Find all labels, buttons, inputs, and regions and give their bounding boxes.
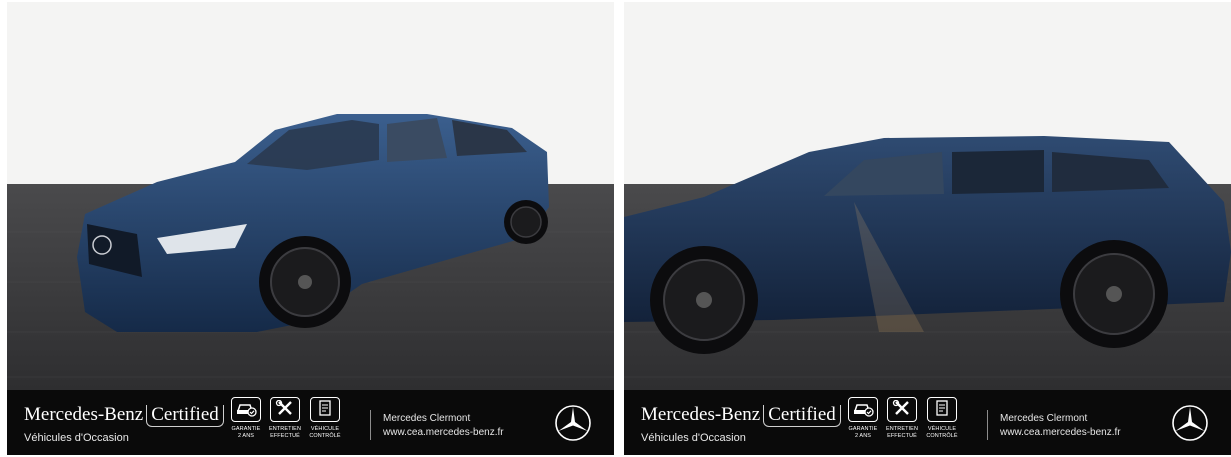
certified-footer: Mercedes-Benz Certified Véhicules d'Occas… <box>624 390 1231 455</box>
brand-subtitle: Véhicules d'Occasion <box>24 432 129 444</box>
footer-divider <box>370 410 371 440</box>
badge-guarantee-line2: 2 ANS <box>237 433 255 439</box>
checklist-icon <box>927 397 957 422</box>
checklist-icon <box>310 397 340 422</box>
dealer-name: Mercedes Clermont <box>1000 413 1088 424</box>
listing-photo-side[interactable]: Mercedes-Benz Certified Véhicules d'Occas… <box>624 2 1231 455</box>
badge-inspection: VÉHICULE CONTRÔLÉ <box>305 397 345 440</box>
badge-guarantee-line1: GARANTIE <box>231 426 261 432</box>
badge-maintenance-line2: EFFECTUÉ <box>270 433 300 439</box>
badge-inspection-line2: CONTRÔLÉ <box>926 433 958 439</box>
badge-guarantee: GARANTIE 2 ANS <box>226 397 266 440</box>
badge-inspection-line1: VÉHICULE <box>927 426 957 432</box>
brand-certified: Certified <box>763 405 841 427</box>
badge-inspection: VÉHICULE CONTRÔLÉ <box>922 397 962 440</box>
brand-name: Mercedes-Benz <box>641 404 761 425</box>
badge-maintenance: ENTRETIEN EFFECTUÉ <box>882 397 922 440</box>
car-check-icon <box>848 397 878 422</box>
dealer-info: Mercedes Clermont www.cea.mercedes-benz.… <box>383 412 504 440</box>
car-photo-front <box>7 2 614 390</box>
dealer-url[interactable]: www.cea.mercedes-benz.fr <box>1000 426 1121 440</box>
tools-icon <box>270 397 300 422</box>
car-check-icon <box>231 397 261 422</box>
badge-inspection-line1: VÉHICULE <box>310 426 340 432</box>
badge-maintenance-line1: ENTRETIEN <box>885 426 919 432</box>
badge-guarantee: GARANTIE 2 ANS <box>843 397 883 440</box>
brand-name: Mercedes-Benz <box>24 404 144 425</box>
dealer-name: Mercedes Clermont <box>383 413 471 424</box>
listing-photo-front[interactable]: Mercedes-Benz Certified Véhicules d'Occas… <box>7 2 614 455</box>
brand-wordmark: Mercedes-Benz Certified <box>641 405 841 427</box>
mercedes-star-icon <box>554 404 592 447</box>
footer-divider <box>987 410 988 440</box>
badge-maintenance-line2: EFFECTUÉ <box>887 433 917 439</box>
badge-inspection-line2: CONTRÔLÉ <box>309 433 341 439</box>
brand-wordmark: Mercedes-Benz Certified <box>24 405 224 427</box>
dealer-info: Mercedes Clermont www.cea.mercedes-benz.… <box>1000 412 1121 440</box>
car-photo-side <box>624 2 1231 390</box>
badge-guarantee-line1: GARANTIE <box>848 426 878 432</box>
badge-guarantee-line2: 2 ANS <box>854 433 872 439</box>
badge-maintenance-line1: ENTRETIEN <box>268 426 302 432</box>
certified-footer: Mercedes-Benz Certified Véhicules d'Occas… <box>7 390 614 455</box>
tools-icon <box>887 397 917 422</box>
brand-subtitle: Véhicules d'Occasion <box>641 432 746 444</box>
badge-maintenance: ENTRETIEN EFFECTUÉ <box>265 397 305 440</box>
brand-certified: Certified <box>146 405 224 427</box>
mercedes-star-icon <box>1171 404 1209 447</box>
dealer-url[interactable]: www.cea.mercedes-benz.fr <box>383 426 504 440</box>
